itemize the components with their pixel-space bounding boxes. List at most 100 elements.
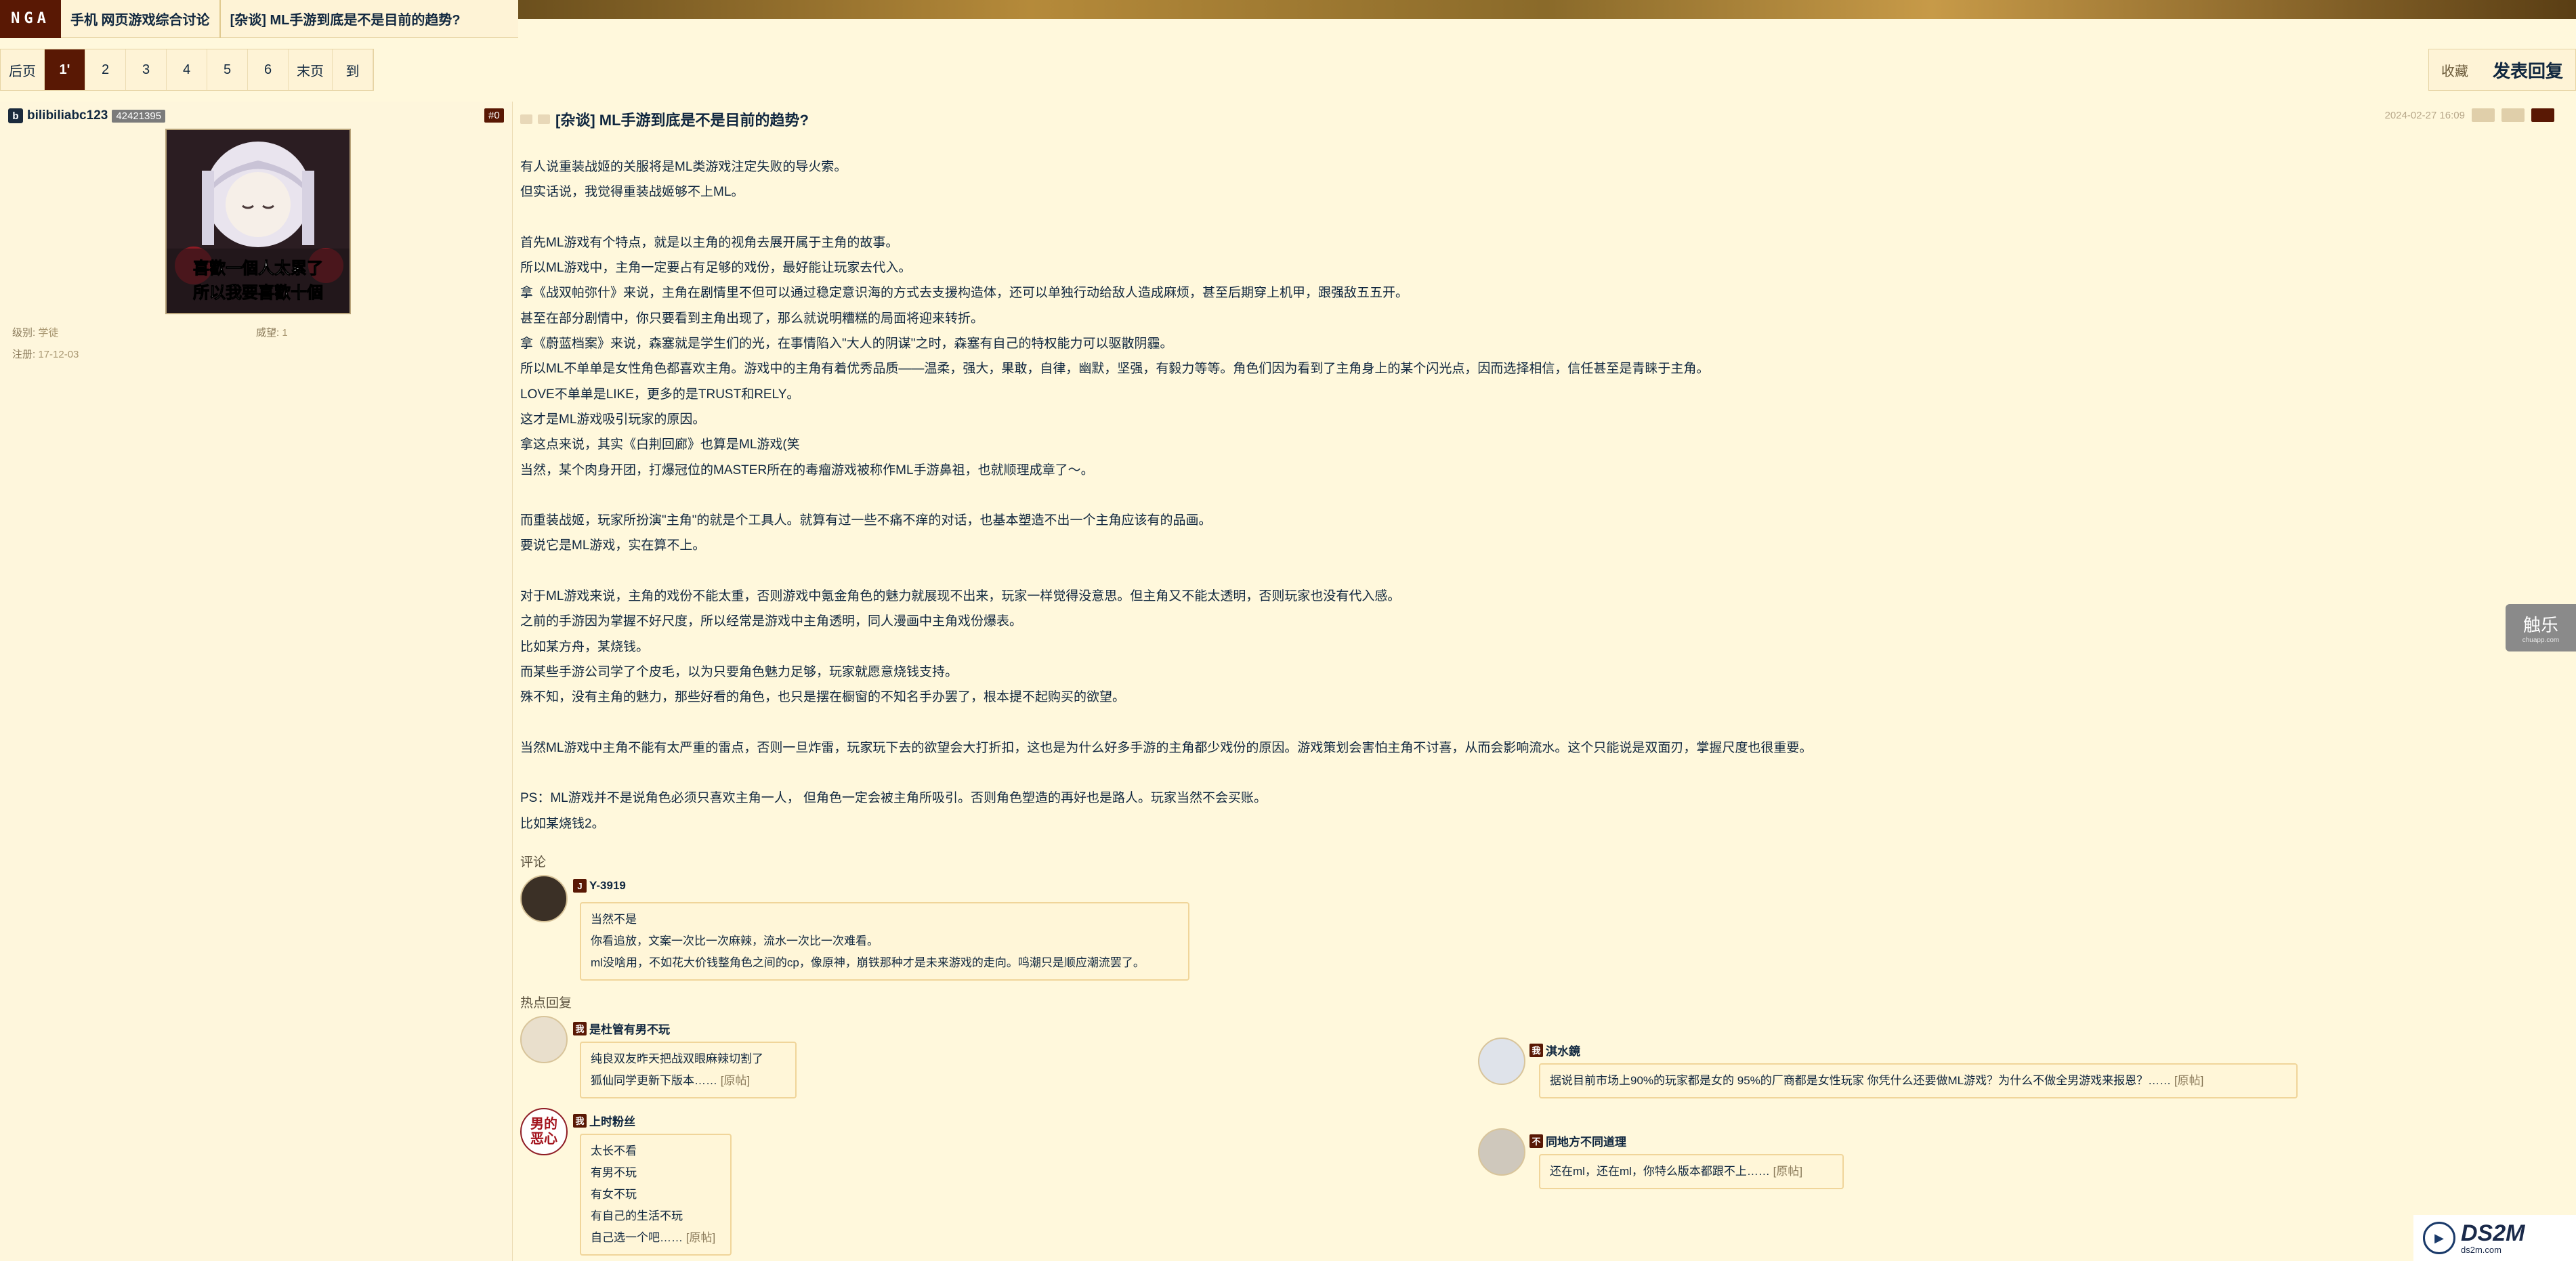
avatar[interactable]: 喜歡一個人太累了 所以我要喜歡十個 bbox=[165, 129, 351, 314]
breadcrumb: NGA 手机 网页游戏综合讨论 [杂谈] ML手游到底是不是目前的趋势? bbox=[0, 0, 518, 38]
avatar[interactable] bbox=[1478, 1038, 1525, 1085]
hot-reply-author[interactable]: 不 同地方不同道理 bbox=[1529, 1132, 1626, 1149]
hot-replies-label: 热点回复 bbox=[520, 996, 572, 1010]
post-line: 甚至在部分剧情中，你只要看到主角出现了，那么就说明糟糕的局面将迎来转折。 bbox=[520, 311, 984, 326]
breadcrumb-thread[interactable]: [杂谈] ML手游到底是不是目前的趋势? bbox=[221, 9, 470, 28]
comment-author-name[interactable]: Y-3919 bbox=[589, 879, 626, 893]
page-goto-button[interactable]: 到 bbox=[333, 49, 373, 90]
hot-reply-line: 有自己的生活不玩 bbox=[591, 1210, 683, 1222]
reg-label: 注册: bbox=[12, 349, 36, 360]
favorite-button[interactable]: 收藏 bbox=[2429, 49, 2480, 90]
hot-reply-line: 据说目前市场上90%的玩家都是女的 95%的厂商都是女性玩家 你凭什么还要做ML… bbox=[1550, 1070, 2287, 1092]
post-tag-icon[interactable] bbox=[520, 114, 532, 124]
source-link[interactable]: [原帖] bbox=[686, 1231, 715, 1244]
share-icon[interactable] bbox=[2501, 108, 2525, 122]
comment-line: 你看追放，文案一次比一次麻辣，流水一次比一次难看。 bbox=[591, 935, 879, 947]
comment-line: 当然不是 bbox=[591, 913, 637, 926]
hot-reply-line: 狐仙同学更新下版本…… [原帖] bbox=[591, 1070, 786, 1092]
comment-author[interactable]: J Y-3919 bbox=[573, 879, 626, 893]
gear-icon[interactable] bbox=[2531, 108, 2554, 122]
post-line bbox=[520, 761, 2518, 786]
user-id[interactable]: 42421395 bbox=[112, 109, 166, 123]
author-panel: b bilibiliabc123 42421395 #0 喜歡一個人太累了 所以… bbox=[0, 102, 513, 1261]
level-label: 级别: bbox=[12, 327, 36, 339]
page-1-button[interactable]: 1' bbox=[45, 49, 85, 90]
hot-reply-author-name[interactable]: 是杜管有男不玩 bbox=[589, 1020, 670, 1037]
post-body: 有人说重装战姬的关服将是ML类游戏注定失败的导火索。 但实话说，我觉得重装战姬够不… bbox=[520, 154, 2518, 836]
post-line: 而重装战姬，玩家所扮演"主角"的就是个工具人。就算有过一些不痛不痒的对话，也基本… bbox=[520, 513, 1212, 528]
reg-value: 17-12-03 bbox=[38, 349, 79, 360]
post-line: 对于ML游戏来说，主角的戏份不能太重，否则游戏中氪金角色的魅力就展现不出来，玩家… bbox=[520, 589, 1401, 604]
post-line: 要说它是ML游戏，实在算不上。 bbox=[520, 538, 706, 553]
hot-reply-line: 还在ml，还在ml，你特么版本都跟不上…… [原帖] bbox=[1550, 1161, 1833, 1182]
hot-reply-line: 自己选一个吧…… [原帖] bbox=[591, 1227, 721, 1249]
hot-reply-author[interactable]: 我 上时粉丝 bbox=[573, 1112, 635, 1129]
ds2m-logo-icon: ▶ bbox=[2423, 1222, 2455, 1254]
watermark-brand: DS2M bbox=[2461, 1220, 2525, 1246]
post-line: 当然，某个肉身开团，打爆冠位的MASTER所在的毒瘤游戏被称作ML手游鼻祖，也就… bbox=[520, 463, 1094, 477]
avatar-text: 恶心 bbox=[530, 1132, 557, 1147]
hot-reply-bubble: 太长不看 有男不玩 有女不玩 有自己的生活不玩 自己选一个吧…… [原帖] bbox=[580, 1134, 732, 1256]
hot-reply-text: 狐仙同学更新下版本…… bbox=[591, 1074, 717, 1087]
avatar-text: 男的 bbox=[530, 1117, 557, 1132]
post-line: 所以ML不单单是女性角色都喜欢主角。游戏中的主角有着优秀品质——温柔，强大，果敢… bbox=[520, 362, 1710, 377]
user-tag-icon: 不 bbox=[1529, 1134, 1543, 1148]
hot-reply-text: 自己选一个吧…… bbox=[591, 1231, 683, 1244]
post-line: 所以ML游戏中，主角一定要占有足够的戏份，最好能让玩家去代入。 bbox=[520, 261, 912, 276]
watermark-url: ds2m.com bbox=[2461, 1244, 2501, 1255]
avatar[interactable] bbox=[1478, 1128, 1525, 1176]
post-line: 有人说重装战姬的关服将是ML类游戏注定失败的导火索。 bbox=[520, 160, 847, 174]
thread-actions: 收藏 发表回复 bbox=[2428, 49, 2576, 91]
username[interactable]: bilibiliabc123 bbox=[27, 108, 108, 123]
post-header: [杂谈] ML手游到底是不是目前的趋势? bbox=[520, 108, 809, 130]
user-tag-icon: 我 bbox=[1529, 1043, 1543, 1057]
hot-reply-bubble: 纯良双友昨天把战双眼麻辣切割了 狐仙同学更新下版本…… [原帖] bbox=[580, 1042, 797, 1098]
post-line: 拿这点来说，其实《白荆回廊》也算是ML游戏(笑 bbox=[520, 437, 800, 452]
hot-reply-author[interactable]: 我 淇水鏡 bbox=[1529, 1042, 1580, 1059]
avatar[interactable] bbox=[520, 1016, 568, 1063]
post-tag-icon[interactable] bbox=[538, 114, 550, 124]
page-6-button[interactable]: 6 bbox=[248, 49, 289, 90]
page-5-button[interactable]: 5 bbox=[207, 49, 248, 90]
side-ad-subtitle: chuapp.com bbox=[2522, 637, 2560, 644]
hot-reply-author-name[interactable]: 淇水鏡 bbox=[1546, 1042, 1580, 1059]
comments-label: 评论 bbox=[520, 855, 547, 870]
hot-reply-text: 据说目前市场上90%的玩家都是女的 95%的厂商都是女性玩家 你凭什么还要做ML… bbox=[1550, 1074, 2172, 1087]
post-line: 这才是ML游戏吸引玩家的原因。 bbox=[520, 412, 706, 427]
hot-reply-line: 有女不玩 bbox=[591, 1188, 637, 1201]
page-2-button[interactable]: 2 bbox=[85, 49, 126, 90]
user-prestige: 威望: 1 bbox=[256, 325, 288, 339]
source-link[interactable]: [原帖] bbox=[1773, 1165, 1802, 1178]
hot-reply-author-name[interactable]: 同地方不同道理 bbox=[1546, 1132, 1626, 1149]
prestige-label: 威望: bbox=[256, 327, 280, 339]
post-title: [杂谈] ML手游到底是不是目前的趋势? bbox=[555, 112, 809, 129]
user-level: 级别: 学徒 bbox=[12, 325, 58, 339]
source-link[interactable]: [原帖] bbox=[2174, 1074, 2203, 1087]
user-badge-icon: b bbox=[8, 108, 23, 123]
avatar[interactable] bbox=[520, 875, 568, 922]
nga-logo[interactable]: NGA bbox=[0, 0, 61, 38]
post-line bbox=[520, 483, 2518, 508]
post-line: 拿《战双帕弥什》来说，主角在剧情里不但可以通过稳定意识海的方式去支援构造体，还可… bbox=[520, 286, 1409, 301]
page-prev-button[interactable]: 后页 bbox=[1, 49, 45, 90]
page-last-button[interactable]: 末页 bbox=[289, 49, 333, 90]
avatar[interactable]: 男的 恶心 bbox=[520, 1108, 568, 1155]
hot-reply-author-name[interactable]: 上时粉丝 bbox=[589, 1112, 635, 1129]
post-line: 殊不知，没有主角的魅力，那些好看的角色，也只是摆在橱窗的不知名手办罢了，根本提不… bbox=[520, 690, 1126, 705]
page-4-button[interactable]: 4 bbox=[167, 49, 207, 90]
post-line: 而某些手游公司学了个皮毛，以为只要角色魅力足够，玩家就愿意烧钱支持。 bbox=[520, 664, 958, 679]
star-icon[interactable] bbox=[2472, 108, 2495, 122]
breadcrumb-forum[interactable]: 手机 网页游戏综合讨论 bbox=[61, 9, 219, 28]
reply-button[interactable]: 发表回复 bbox=[2480, 49, 2575, 90]
source-link[interactable]: [原帖] bbox=[721, 1074, 750, 1087]
page-3-button[interactable]: 3 bbox=[126, 49, 167, 90]
floor-number[interactable]: #0 bbox=[484, 108, 504, 123]
hot-reply-bubble: 还在ml，还在ml，你特么版本都跟不上…… [原帖] bbox=[1539, 1154, 1844, 1189]
post-line: 当然ML游戏中主角不能有太严重的雷点，否则一旦炸雷，玩家玩下去的欲望会大打折扣，… bbox=[520, 740, 1813, 755]
avatar-caption-2: 所以我要喜歡十個 bbox=[193, 283, 323, 302]
level-value: 学徒 bbox=[38, 327, 59, 339]
post-date: 2024-02-27 16:09 bbox=[2384, 109, 2465, 121]
side-ad-button[interactable]: 触乐 chuapp.com bbox=[2506, 604, 2576, 651]
comment-line: ml没啥用，不如花大价钱整角色之间的cp，像原神，崩铁那种才是未来游戏的走向。鸣… bbox=[591, 956, 1145, 969]
hot-reply-author[interactable]: 我 是杜管有男不玩 bbox=[573, 1020, 670, 1037]
